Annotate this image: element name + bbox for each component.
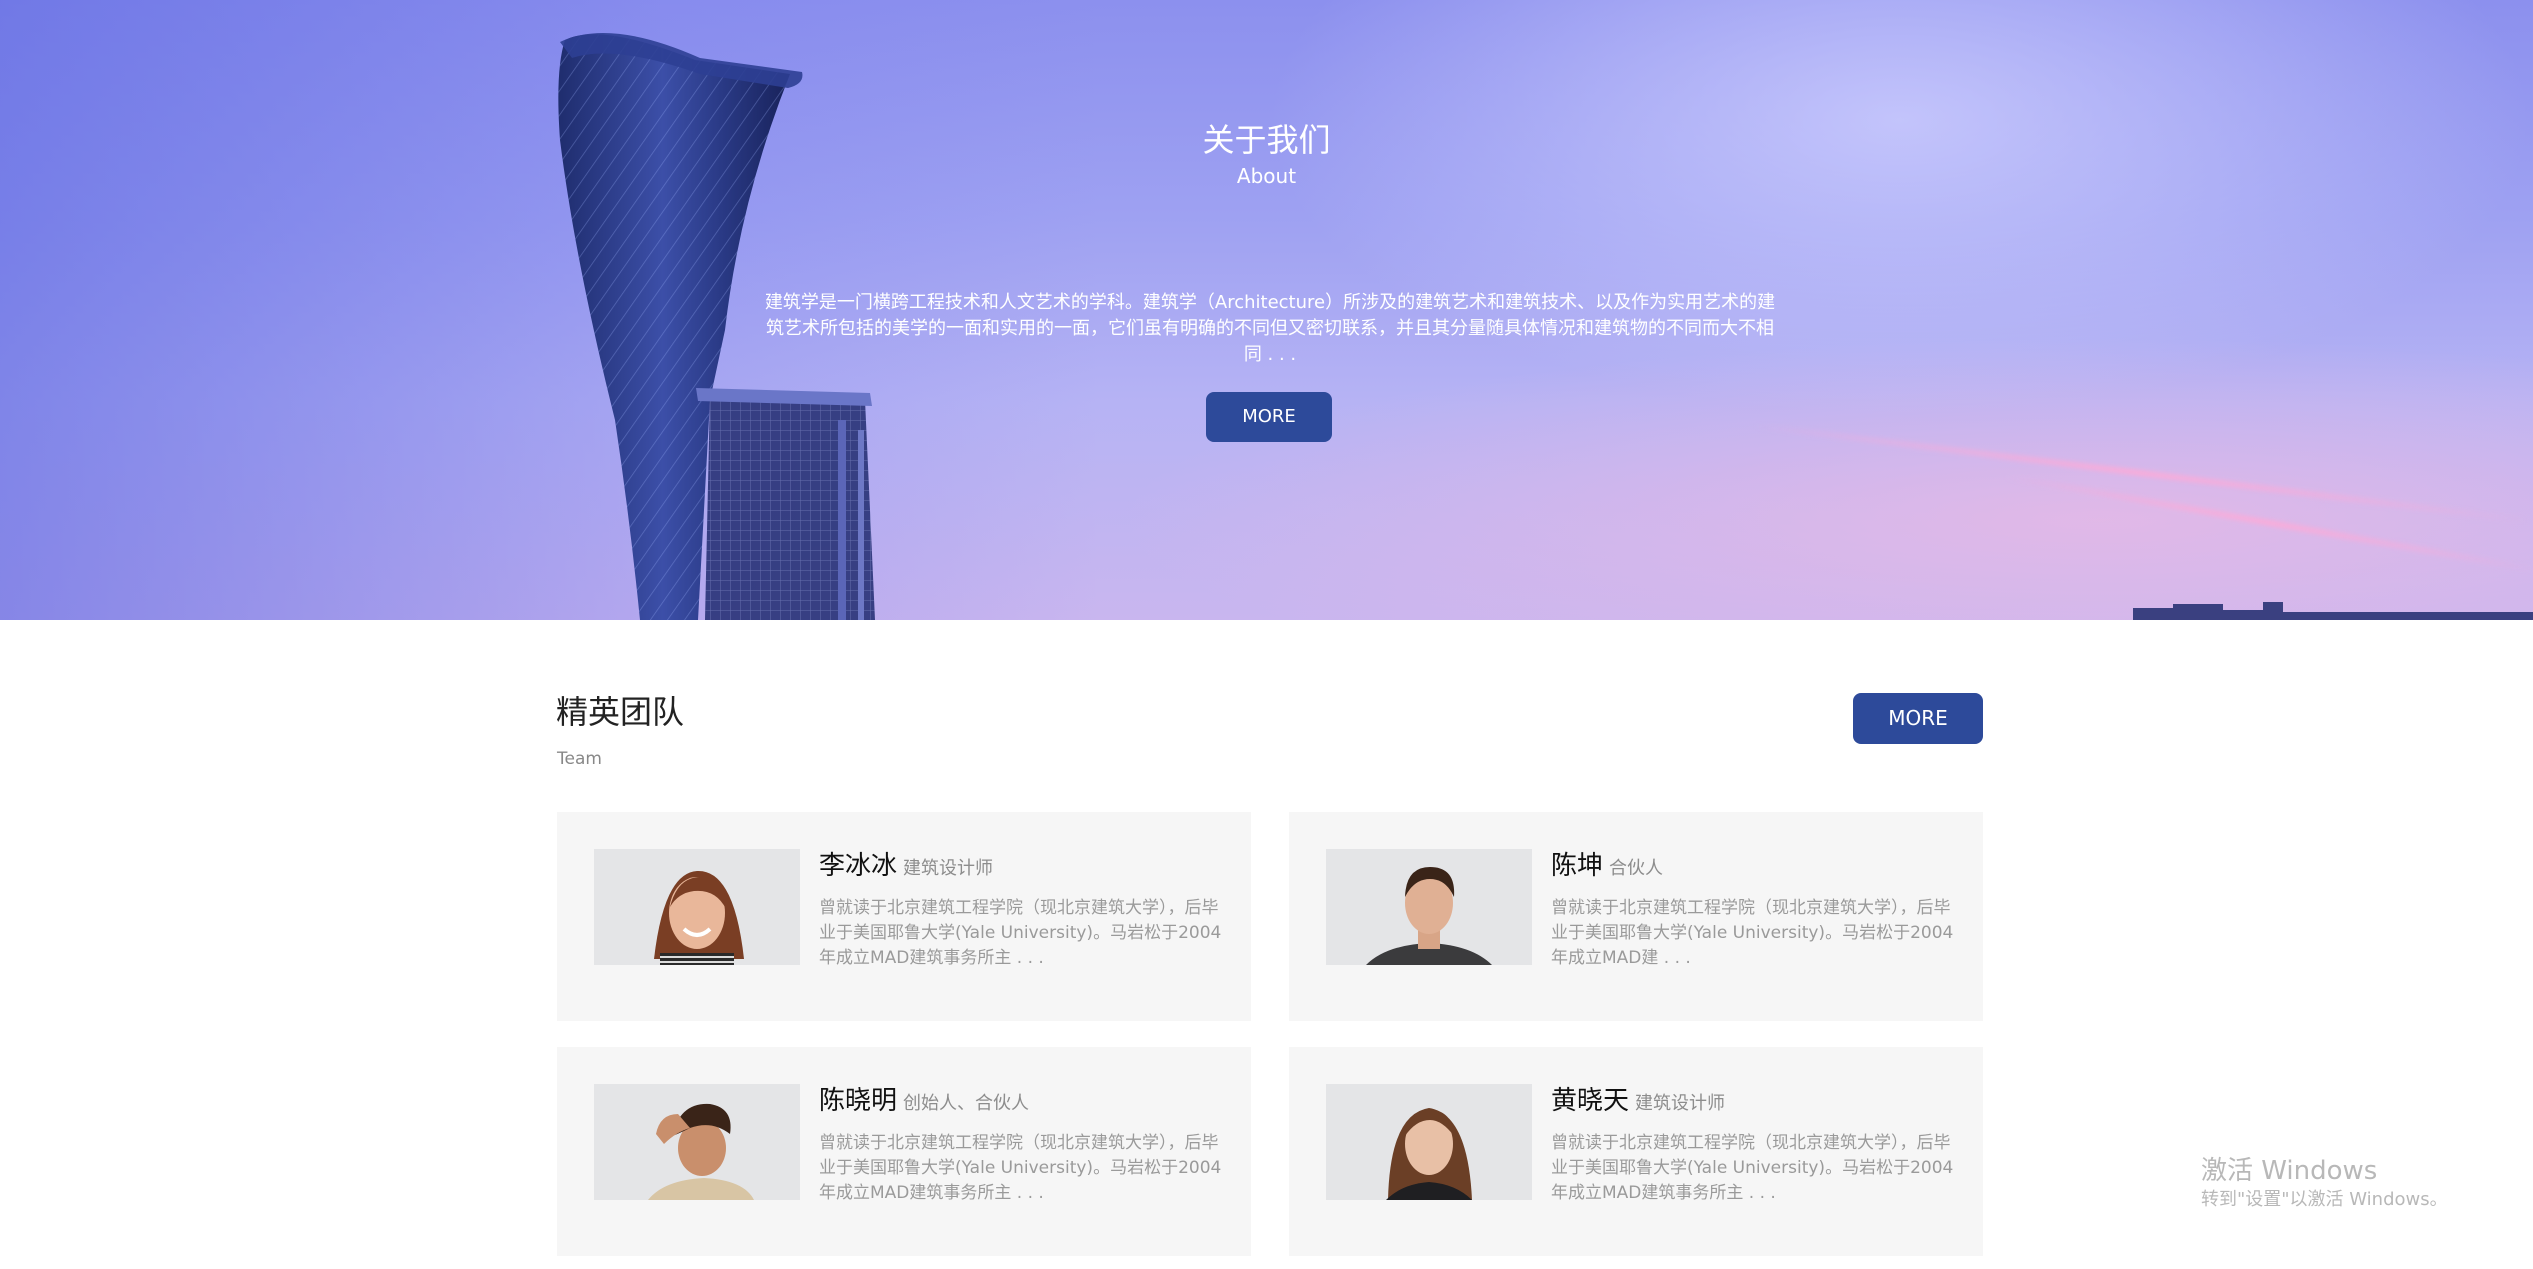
windows-activation-subtitle: 转到"设置"以激活 Windows。 [2201, 1189, 2448, 1210]
about-more-button[interactable]: MORE [1206, 392, 1332, 442]
member-photo [594, 849, 800, 965]
team-title: 精英团队 [556, 693, 685, 731]
member-heading: 陈坤 合伙人 [1551, 850, 1663, 885]
skyline-image [2133, 602, 2533, 620]
member-bio: 曾就读于北京建筑工程学院（现北京建筑大学），后毕业于美国耶鲁大学(Yale Un… [1551, 898, 1954, 968]
team-subtitle: Team [557, 749, 602, 769]
team-member-card[interactable]: 李冰冰 建筑设计师 曾就读于北京建筑工程学院（现北京建筑大学），后毕业于美国耶鲁大… [557, 812, 1251, 1021]
member-name: 李冰冰 [819, 851, 898, 881]
member-heading: 陈晓明 创始人、合伙人 [819, 1085, 1029, 1120]
member-bio: 曾就读于北京建筑工程学院（现北京建筑大学），后毕业于美国耶鲁大学(Yale Un… [819, 898, 1222, 968]
team-member-card[interactable]: 黄晓天 建筑设计师 曾就读于北京建筑工程学院（现北京建筑大学），后毕业于美国耶鲁大… [1289, 1047, 1983, 1256]
member-role: 创始人、合伙人 [903, 1093, 1030, 1114]
team-more-button[interactable]: MORE [1853, 693, 1983, 744]
team-member-card[interactable]: 陈晓明 创始人、合伙人 曾就读于北京建筑工程学院（现北京建筑大学），后毕业于美国耶… [557, 1047, 1251, 1256]
about-hero-banner: 关于我们 About 建筑学是一门横跨工程技术和人文艺术的学科。建筑学（Arch… [0, 0, 2533, 620]
member-heading: 黄晓天 建筑设计师 [1551, 1085, 1725, 1120]
member-name: 陈坤 [1551, 851, 1604, 881]
member-role: 建筑设计师 [903, 858, 994, 879]
member-name: 黄晓天 [1551, 1086, 1630, 1116]
member-photo [1326, 849, 1532, 965]
member-role: 合伙人 [1609, 858, 1664, 879]
member-bio: 曾就读于北京建筑工程学院（现北京建筑大学），后毕业于美国耶鲁大学(Yale Un… [819, 1133, 1222, 1203]
member-name: 陈晓明 [819, 1086, 898, 1116]
member-bio: 曾就读于北京建筑工程学院（现北京建筑大学），后毕业于美国耶鲁大学(Yale Un… [1551, 1133, 1954, 1203]
hero-cloud-streak [1752, 422, 2528, 524]
about-subtitle: About [1236, 164, 1297, 188]
member-role: 建筑设计师 [1635, 1093, 1726, 1114]
team-member-card[interactable]: 陈坤 合伙人 曾就读于北京建筑工程学院（现北京建筑大学），后毕业于美国耶鲁大学(Y… [1289, 812, 1983, 1021]
windows-activation-title: 激活 Windows [2201, 1156, 2378, 1186]
member-photo [1326, 1084, 1532, 1200]
about-description: 建筑学是一门横跨工程技术和人文艺术的学科。建筑学（Architecture）所涉… [764, 292, 1776, 365]
member-heading: 李冰冰 建筑设计师 [819, 850, 993, 885]
member-photo [594, 1084, 800, 1200]
about-title: 关于我们 [1202, 121, 1331, 159]
